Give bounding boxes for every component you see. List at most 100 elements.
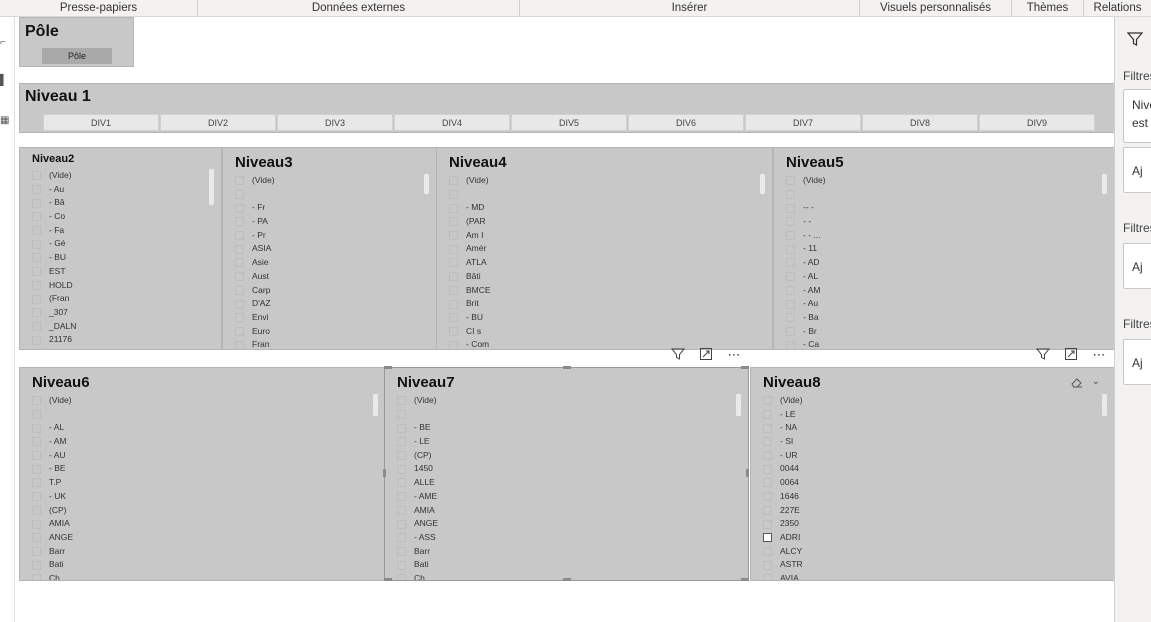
slicer-item[interactable]: - Fa — [32, 224, 207, 238]
checkbox[interactable] — [32, 280, 41, 290]
tile-div3[interactable]: DIV3 — [277, 114, 393, 131]
slicer-item[interactable]: - Br — [786, 325, 1100, 339]
slicer-item[interactable]: (Vide) — [397, 394, 734, 408]
filter-card-niveau[interactable]: Nive est — [1123, 89, 1151, 143]
checkbox[interactable] — [763, 533, 772, 543]
checkbox[interactable] — [235, 217, 244, 227]
slicer-item[interactable]: 2350 — [763, 517, 1100, 531]
add-filter-field-3[interactable]: Aj — [1123, 339, 1151, 385]
slicer-item[interactable] — [32, 408, 371, 422]
slicer-item[interactable]: Fran — [235, 338, 422, 349]
slicer-item[interactable] — [786, 188, 1100, 202]
checkbox[interactable] — [235, 176, 244, 186]
slicer-item[interactable]: ADRI — [763, 531, 1100, 545]
checkbox[interactable] — [32, 410, 41, 420]
slicer-item[interactable]: (Fran — [32, 292, 207, 306]
slicer-item[interactable]: (Vide) — [763, 394, 1100, 408]
tile-div2[interactable]: DIV2 — [160, 114, 276, 131]
slicer-item[interactable]: Euro — [235, 325, 422, 339]
checkbox[interactable] — [32, 546, 41, 556]
filter-icon[interactable] — [1033, 347, 1053, 364]
checkbox[interactable] — [763, 546, 772, 556]
slicer-item[interactable]: ANGE — [397, 517, 734, 531]
slicer-item[interactable]: - BU — [32, 251, 207, 265]
slicer-item[interactable]: (PAR — [449, 215, 758, 229]
slicer-item[interactable]: 1450 — [397, 462, 734, 476]
slicer-item[interactable]: - AM — [786, 284, 1100, 298]
tile-div8[interactable]: DIV8 — [862, 114, 978, 131]
slicer-item[interactable]: 0064 — [763, 476, 1100, 490]
tile-div9[interactable]: DIV9 — [979, 114, 1095, 131]
slicer-item[interactable]: - Co — [32, 210, 207, 224]
slicer-item[interactable]: - PA — [235, 215, 422, 229]
slicer-item[interactable]: - SI — [763, 435, 1100, 449]
slicer-item[interactable]: 0044 — [763, 462, 1100, 476]
niveau4-scrollbar[interactable] — [760, 174, 765, 194]
slicer-item[interactable]: - Fr — [235, 201, 422, 215]
slicer-item[interactable]: ASTR — [763, 558, 1100, 572]
checkbox[interactable] — [763, 410, 772, 420]
resize-handle[interactable] — [383, 469, 386, 477]
slicer-item[interactable]: Bâti — [449, 270, 758, 284]
slicer-item[interactable]: - 11 — [786, 242, 1100, 256]
slicer-item[interactable]: - ASS — [397, 531, 734, 545]
slicer-item[interactable]: Am I — [449, 229, 758, 243]
resize-handle[interactable] — [384, 578, 392, 581]
slicer-item[interactable]: AMIA — [397, 504, 734, 518]
checkbox[interactable] — [397, 492, 406, 502]
more-options-icon[interactable]: ⋯ — [1089, 347, 1109, 363]
slicer-item[interactable]: Asie — [235, 256, 422, 270]
slicer-item[interactable]: Bati — [32, 558, 371, 572]
slicer-item[interactable]: _307 — [32, 306, 207, 320]
focus-mode-icon[interactable] — [696, 347, 716, 364]
checkbox[interactable] — [32, 505, 41, 515]
checkbox[interactable] — [449, 272, 458, 282]
resize-handle[interactable] — [741, 578, 749, 581]
checkbox[interactable] — [786, 258, 795, 268]
slicer-item[interactable]: CI s — [449, 325, 758, 339]
checkbox[interactable] — [235, 190, 244, 200]
checkbox[interactable] — [449, 299, 458, 309]
checkbox[interactable] — [235, 258, 244, 268]
add-filter-field-1[interactable]: Aj — [1123, 147, 1151, 193]
checkbox[interactable] — [32, 464, 41, 474]
checkbox[interactable] — [763, 423, 772, 433]
niveau2-scrollbar[interactable] — [209, 169, 214, 205]
slicer-item[interactable]: ALLE — [397, 476, 734, 490]
checkbox[interactable] — [763, 519, 772, 529]
slicer-item[interactable]: (Vide) — [786, 174, 1100, 188]
slicer-item[interactable]: - AM — [32, 435, 371, 449]
checkbox[interactable] — [235, 326, 244, 336]
niveau6-scrollbar[interactable] — [373, 394, 378, 416]
checkbox[interactable] — [763, 451, 772, 461]
checkbox[interactable] — [32, 519, 41, 529]
slicer-item[interactable]: - Ba — [786, 311, 1100, 325]
checkbox[interactable] — [786, 272, 795, 282]
slicer-item[interactable]: - UR — [763, 449, 1100, 463]
checkbox[interactable] — [235, 231, 244, 241]
checkbox[interactable] — [32, 574, 41, 580]
checkbox[interactable] — [449, 231, 458, 241]
checkbox[interactable] — [32, 321, 41, 331]
checkbox[interactable] — [235, 285, 244, 295]
slicer-item[interactable]: Bati — [397, 558, 734, 572]
slicer-item[interactable]: Barr — [397, 545, 734, 559]
slicer-item[interactable]: ATLA — [449, 256, 758, 270]
slicer-item[interactable]: 21176 — [32, 333, 207, 347]
checkbox[interactable] — [449, 340, 458, 349]
checkbox[interactable] — [786, 244, 795, 254]
checkbox[interactable] — [449, 258, 458, 268]
checkbox[interactable] — [235, 203, 244, 213]
checkbox[interactable] — [397, 574, 406, 580]
slicer-item[interactable]: -- - — [786, 201, 1100, 215]
slicer-item[interactable]: - Au — [786, 297, 1100, 311]
checkbox[interactable] — [32, 267, 41, 277]
slicer-item[interactable]: Amér — [449, 242, 758, 256]
slicer-item[interactable]: - - ... — [786, 229, 1100, 243]
checkbox[interactable] — [763, 574, 772, 580]
slicer-item[interactable]: 227E — [763, 504, 1100, 518]
checkbox[interactable] — [397, 505, 406, 515]
slicer-item[interactable]: - LE — [763, 408, 1100, 422]
slicer-item[interactable]: ASIA — [235, 242, 422, 256]
slicer-item[interactable]: _DALN — [32, 320, 207, 334]
